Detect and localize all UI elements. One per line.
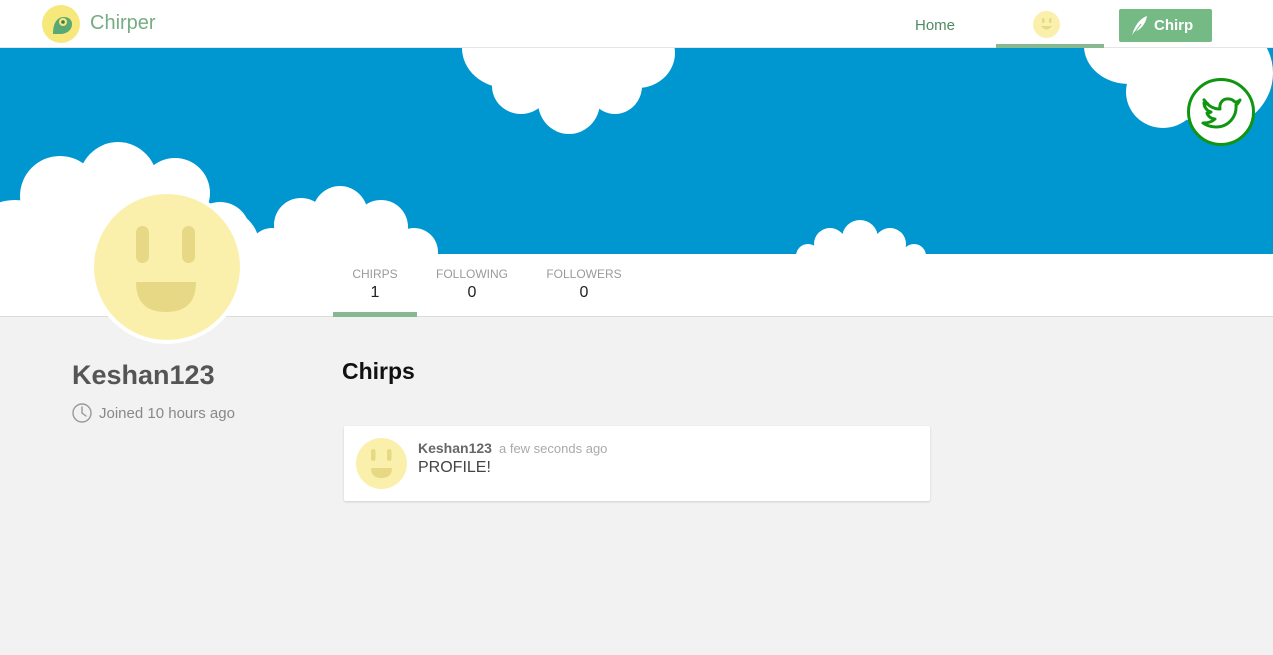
avatar [1033, 11, 1060, 38]
chirp-card: Keshan123 a few seconds ago PROFILE! [344, 426, 930, 501]
clock-icon [72, 403, 92, 423]
twitter-bird-icon [1201, 97, 1242, 129]
stat-chirps[interactable]: CHIRPS 1 [350, 267, 400, 302]
joined-text: Joined 10 hours ago [99, 405, 235, 422]
stat-followers[interactable]: FOLLOWERS 0 [543, 267, 625, 302]
smiley-avatar-icon [136, 226, 196, 312]
active-stat-indicator [333, 312, 417, 317]
stat-label: FOLLOWERS [546, 267, 622, 281]
stat-value: 0 [467, 284, 477, 301]
nav-home-link[interactable]: Home [915, 17, 955, 34]
stat-label: FOLLOWING [435, 267, 508, 281]
avatar[interactable] [356, 438, 407, 489]
profile-username: Keshan123 [72, 360, 215, 390]
chirp-button-label: Chirp [1154, 17, 1194, 34]
feather-icon [1131, 16, 1147, 37]
stat-value: 0 [579, 284, 589, 301]
nav-profile-tab[interactable] [996, 0, 1104, 48]
chirp-author[interactable]: Keshan123 [418, 440, 492, 456]
stat-label: CHIRPS [352, 267, 398, 281]
chirp-timestamp: a few seconds ago [499, 441, 608, 456]
stat-value: 1 [370, 284, 380, 301]
stat-following[interactable]: FOLLOWING 0 [432, 267, 512, 302]
twitter-link-button[interactable] [1187, 78, 1255, 146]
brand-name[interactable]: Chirper [90, 12, 156, 35]
chirp-button[interactable]: Chirp [1119, 9, 1212, 42]
bird-logo-icon[interactable] [42, 5, 80, 43]
chirp-text: PROFILE! [418, 459, 491, 476]
profile-avatar [90, 190, 244, 344]
chirps-heading: Chirps [342, 358, 415, 384]
top-navbar: Chirper Home Chirp [0, 0, 1273, 48]
